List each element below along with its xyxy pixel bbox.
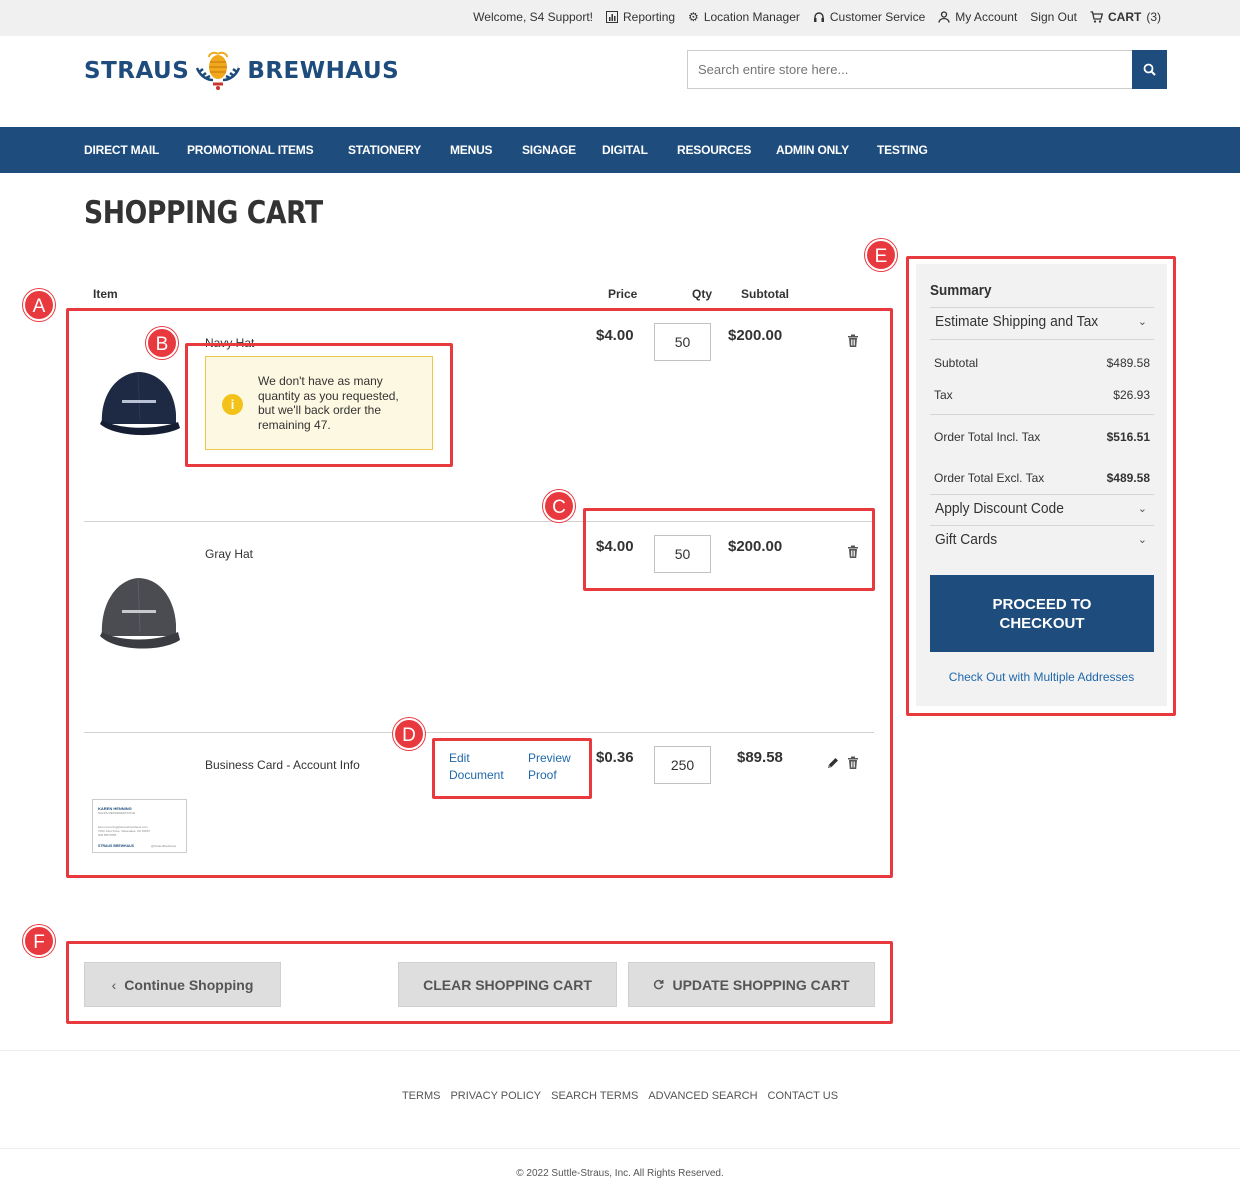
location-manager-link[interactable]: ⚙ Location Manager	[688, 10, 800, 24]
footer-search-terms-link[interactable]: SEARCH TERMS	[551, 1090, 638, 1102]
cart-count: (3)	[1146, 10, 1161, 24]
footer-contact-link[interactable]: CONTACT US	[768, 1090, 839, 1102]
my-account-link[interactable]: My Account	[938, 10, 1017, 24]
page-title: SHOPPING CART	[84, 195, 323, 231]
brand-name-right: BREWHAUS	[247, 58, 400, 84]
nav-testing[interactable]: TESTING	[877, 143, 928, 157]
search-icon	[1143, 63, 1156, 76]
footer-privacy-link[interactable]: PRIVACY POLICY	[450, 1090, 541, 1102]
annotation-badge-f: F	[23, 925, 55, 957]
brand-name-left: STRAUS	[84, 58, 190, 84]
cart-label: CART	[1108, 10, 1142, 24]
annotation-box-c	[583, 508, 875, 591]
search-button[interactable]	[1132, 50, 1167, 89]
annotation-box-d	[432, 738, 592, 799]
brand-logo[interactable]: STRAUS BREWHAUS	[84, 50, 399, 92]
header-price: Price	[608, 287, 638, 301]
chart-icon	[606, 11, 619, 23]
footer-advanced-search-link[interactable]: ADVANCED SEARCH	[648, 1090, 757, 1102]
annotation-box-f	[66, 941, 893, 1024]
header-subtotal: Subtotal	[741, 287, 789, 301]
footer-links: TERMS PRIVACY POLICY SEARCH TERMS ADVANC…	[0, 1090, 1240, 1102]
header-qty: Qty	[692, 287, 713, 301]
cart-icon	[1090, 11, 1103, 23]
customer-service-link[interactable]: Customer Service	[813, 10, 925, 24]
nav-admin-only[interactable]: ADMIN ONLY	[776, 143, 849, 157]
nav-resources[interactable]: RESOURCES	[677, 143, 751, 157]
gear-icon: ⚙	[688, 10, 699, 24]
annotation-badge-c: C	[543, 490, 575, 522]
top-bar: Welcome, S4 Support! Reporting ⚙ Location…	[0, 0, 1240, 36]
welcome-text: Welcome, S4 Support!	[473, 10, 594, 24]
search-bar	[687, 50, 1167, 89]
main-nav: DIRECT MAIL PROMOTIONAL ITEMS STATIONERY…	[0, 127, 1240, 173]
top-links: Welcome, S4 Support! Reporting ⚙ Location…	[473, 10, 1161, 24]
annotation-badge-e: E	[865, 239, 897, 271]
annotation-badge-d: D	[393, 718, 425, 750]
nav-menus[interactable]: MENUS	[450, 143, 493, 157]
my-account-label: My Account	[955, 10, 1018, 24]
annotation-badge-a: A	[23, 289, 55, 321]
nav-digital[interactable]: DIGITAL	[602, 143, 648, 157]
nav-signage[interactable]: SIGNAGE	[522, 143, 576, 157]
headset-icon	[813, 11, 825, 23]
location-manager-label: Location Manager	[703, 10, 800, 24]
header-item: Item	[93, 287, 118, 301]
footer-divider	[0, 1148, 1240, 1149]
nav-promotional-items[interactable]: PROMOTIONAL ITEMS	[187, 143, 314, 157]
copyright: © 2022 Suttle-Straus, Inc. All Rights Re…	[516, 1168, 724, 1179]
reporting-link[interactable]: Reporting	[606, 10, 675, 24]
cart-link[interactable]: CART (3)	[1090, 10, 1161, 24]
nav-stationery[interactable]: STATIONERY	[348, 143, 421, 157]
annotation-box-e	[906, 256, 1176, 716]
annotation-box-b	[185, 343, 453, 467]
search-input[interactable]	[688, 51, 1133, 88]
hops-emblem-icon	[196, 51, 241, 90]
reporting-label: Reporting	[623, 10, 676, 24]
footer-terms-link[interactable]: TERMS	[402, 1090, 441, 1102]
sign-out-link[interactable]: Sign Out	[1030, 10, 1077, 24]
customer-service-label: Customer Service	[829, 10, 926, 24]
footer-divider	[0, 1050, 1240, 1051]
user-icon	[938, 11, 950, 23]
nav-direct-mail[interactable]: DIRECT MAIL	[84, 143, 159, 157]
annotation-badge-b: B	[146, 327, 178, 359]
